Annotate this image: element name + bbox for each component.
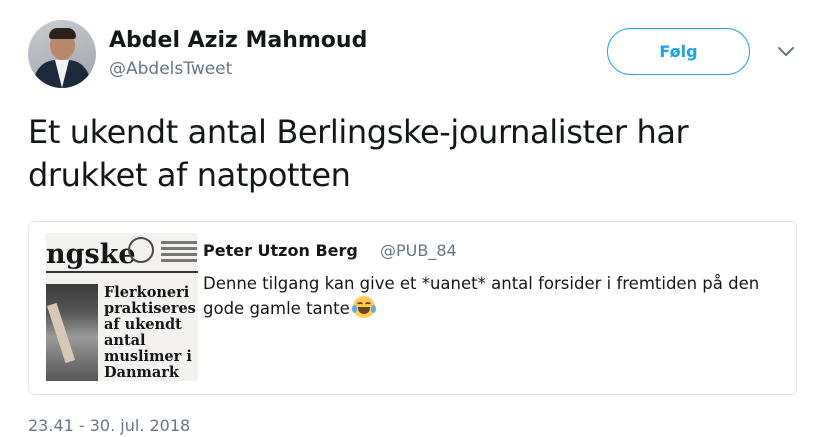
quoted-tweet-text: Denne tilgang kan give et *uanet* antal … (203, 271, 788, 321)
author-handle[interactable]: @AbdelsTweet (109, 59, 232, 79)
tweet-header: Abdel Aziz Mahmoud @AbdelsTweet Følg (28, 20, 808, 90)
tears-of-joy-emoji-icon (351, 296, 376, 318)
quoted-author-handle: @PUB_84 (380, 241, 457, 260)
follow-button[interactable]: Følg (607, 28, 750, 75)
author-name[interactable]: Abdel Aziz Mahmoud (109, 28, 367, 53)
chevron-down-icon[interactable] (776, 42, 796, 62)
tweet-text: Et ukendt antal Berlingske-journalister … (28, 113, 689, 194)
crest-icon (128, 237, 154, 263)
quoted-text-body: Denne tilgang kan give et *uanet* antal … (203, 274, 760, 318)
quoted-tweet-image[interactable]: ngske Flerkoneri praktiseres af ukendt a… (46, 233, 198, 381)
newspaper-headline: Flerkoneri praktiseres af ukendt antal m… (104, 284, 196, 381)
newspaper-masthead: ngske (46, 239, 136, 270)
quoted-author-name: Peter Utzon Berg (203, 241, 358, 260)
quoted-tweet[interactable]: ngske Flerkoneri praktiseres af ukendt a… (28, 221, 797, 395)
avatar[interactable] (28, 20, 96, 88)
newspaper-photo (46, 284, 98, 381)
tweet-timestamp[interactable]: 23.41 - 30. jul. 2018 (28, 416, 190, 435)
